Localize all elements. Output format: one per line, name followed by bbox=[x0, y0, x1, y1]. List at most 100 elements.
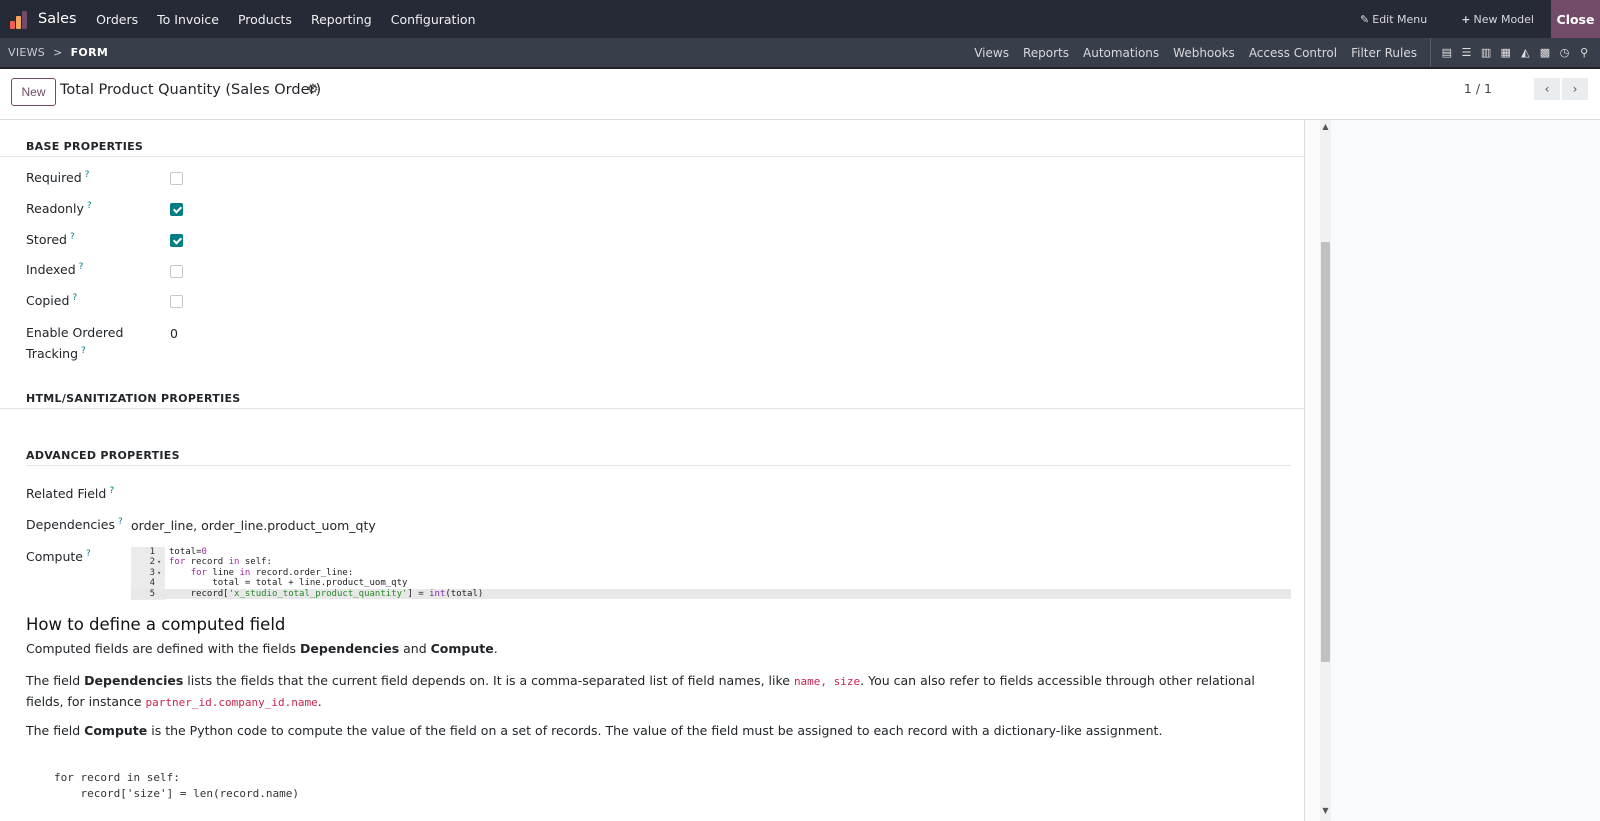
nav-filter-rules[interactable]: Filter Rules bbox=[1344, 46, 1424, 60]
breadcrumb-views[interactable]: VIEWS bbox=[8, 46, 45, 59]
copied-checkbox[interactable] bbox=[170, 295, 183, 308]
menu-products[interactable]: Products bbox=[228, 12, 301, 27]
divider bbox=[26, 465, 1291, 466]
help-icon[interactable]: ? bbox=[70, 232, 75, 242]
code-text: total = total + line.product_uom_qty bbox=[169, 578, 408, 589]
field-stored-label: Stored? bbox=[26, 232, 75, 247]
kanban-view-icon[interactable]: ▥ bbox=[1479, 46, 1493, 59]
text: Dependencies bbox=[300, 641, 400, 656]
scroll-down-icon[interactable]: ▼ bbox=[1320, 806, 1331, 815]
search-view-icon[interactable]: ⚲ bbox=[1577, 46, 1591, 59]
help-icon[interactable]: ? bbox=[87, 201, 92, 211]
pencil-icon: ✎ bbox=[1360, 12, 1370, 26]
divider bbox=[0, 408, 1304, 409]
new-model-button[interactable]: + New Model bbox=[1444, 13, 1551, 26]
text: Dependencies bbox=[84, 673, 184, 688]
form-sheet: BASE PROPERTIES Required? Readonly? Stor… bbox=[0, 120, 1305, 821]
menu-configuration[interactable]: Configuration bbox=[381, 12, 485, 27]
gear-icon[interactable]: ⚙ bbox=[307, 82, 319, 97]
help-icon[interactable]: ? bbox=[81, 346, 86, 356]
line-number: 5 bbox=[149, 588, 155, 599]
field-readonly-label: Readonly? bbox=[26, 201, 92, 216]
help-paragraph-3: The field Compute is the Python code to … bbox=[26, 721, 1276, 741]
help-icon[interactable]: ? bbox=[72, 293, 77, 303]
line-number: 2 bbox=[149, 557, 155, 568]
new-model-label: New Model bbox=[1473, 12, 1534, 26]
text: Computed fields are defined with the fie… bbox=[26, 641, 301, 656]
field-copied-label: Copied? bbox=[26, 293, 77, 308]
close-studio-button[interactable]: Close bbox=[1551, 0, 1600, 38]
help-icon[interactable]: ? bbox=[118, 517, 123, 527]
studio-subbar: VIEWS > FORM Views Reports Automations W… bbox=[0, 38, 1600, 69]
activity-view-icon[interactable]: ◷ bbox=[1558, 46, 1572, 59]
stored-label-text: Stored bbox=[26, 232, 67, 248]
code-text: for line in record.order_line: bbox=[190, 567, 354, 578]
help-icon[interactable]: ? bbox=[79, 262, 84, 272]
nav-automations[interactable]: Automations bbox=[1076, 46, 1166, 60]
code-line[interactable]: 1 total=0 bbox=[131, 547, 1291, 557]
nav-reports[interactable]: Reports bbox=[1016, 46, 1076, 60]
view-switcher: ▤ ☰ ▥ ▦ ◭ ▩ ◷ ⚲ bbox=[1430, 38, 1600, 67]
menu-to-invoice[interactable]: To Invoice bbox=[148, 12, 229, 27]
code-text: total=0 bbox=[169, 547, 207, 557]
list-view-icon[interactable]: ☰ bbox=[1459, 46, 1473, 59]
sales-app-icon[interactable] bbox=[10, 9, 30, 29]
help-heading: How to define a computed field bbox=[26, 615, 286, 634]
pager-value[interactable]: 1 / 1 bbox=[1464, 81, 1492, 96]
tracking-label-line-2: Tracking bbox=[26, 346, 79, 362]
nav-webhooks[interactable]: Webhooks bbox=[1166, 46, 1242, 60]
code-line[interactable]: 5 record['x_studio_total_product_quantit… bbox=[131, 588, 1291, 599]
help-icon[interactable]: ? bbox=[109, 486, 114, 496]
text: . bbox=[317, 693, 322, 709]
menu-reporting[interactable]: Reporting bbox=[301, 12, 381, 27]
breadcrumb: VIEWS > FORM bbox=[8, 46, 108, 59]
studio-actions: ✎ Edit Menu + New Model Close bbox=[1343, 0, 1600, 38]
edit-menu-button[interactable]: ✎ Edit Menu bbox=[1343, 13, 1444, 26]
field-dependencies-label: Dependencies? bbox=[26, 517, 123, 532]
pager-previous-button[interactable]: ‹ bbox=[1534, 78, 1560, 100]
new-button[interactable]: New bbox=[11, 78, 56, 106]
graph-view-icon[interactable]: ◭ bbox=[1518, 46, 1532, 59]
pager-next-button[interactable]: › bbox=[1562, 78, 1588, 100]
nav-access-control[interactable]: Access Control bbox=[1242, 46, 1344, 60]
fold-icon[interactable]: ▾ bbox=[157, 568, 161, 578]
compute-label-text: Compute bbox=[26, 549, 84, 565]
required-checkbox[interactable] bbox=[170, 172, 183, 185]
edit-menu-label: Edit Menu bbox=[1372, 12, 1428, 26]
help-icon[interactable]: ? bbox=[86, 549, 91, 559]
code-text: for record in self: bbox=[169, 557, 272, 568]
field-indexed-label: Indexed? bbox=[26, 262, 83, 277]
dependencies-value[interactable]: order_line, order_line.product_uom_qty bbox=[131, 518, 376, 533]
form-view-icon[interactable]: ▤ bbox=[1440, 46, 1454, 59]
field-tracking-label: Enable Ordered Tracking? bbox=[26, 324, 123, 363]
app-name[interactable]: Sales bbox=[38, 11, 77, 27]
nav-views[interactable]: Views bbox=[967, 46, 1016, 60]
help-icon[interactable]: ? bbox=[85, 170, 90, 180]
form-scrollbar[interactable]: ▲ ▼ bbox=[1320, 120, 1331, 821]
breadcrumb-separator: > bbox=[53, 46, 63, 59]
code-line[interactable]: 2 ▾ for record in self: bbox=[131, 557, 1291, 567]
field-compute-label: Compute? bbox=[26, 549, 91, 564]
readonly-checkbox[interactable] bbox=[170, 203, 183, 216]
line-number: 1 bbox=[149, 547, 155, 557]
top-menu: Orders To Invoice Products Reporting Con… bbox=[87, 12, 485, 27]
code-line[interactable]: 3 ▾ for line in record.order_line: bbox=[131, 568, 1291, 578]
compute-code-editor[interactable]: 1 total=0 2 ▾ for record in self: 3 ▾ fo… bbox=[131, 547, 1291, 600]
indexed-checkbox[interactable] bbox=[170, 265, 183, 278]
menu-orders[interactable]: Orders bbox=[87, 12, 148, 27]
text: The field bbox=[26, 673, 85, 688]
code-line[interactable]: 4 total = total + line.product_uom_qty bbox=[131, 578, 1291, 588]
code-snippet: name, size bbox=[793, 675, 861, 688]
fold-icon[interactable]: ▾ bbox=[157, 557, 161, 567]
text: Compute bbox=[430, 641, 494, 656]
calendar-view-icon[interactable]: ▦ bbox=[1499, 46, 1513, 59]
stored-checkbox[interactable] bbox=[170, 234, 183, 247]
text: . bbox=[493, 641, 498, 656]
scrollbar-thumb[interactable] bbox=[1321, 242, 1330, 662]
pivot-view-icon[interactable]: ▩ bbox=[1538, 46, 1552, 59]
code-text: for record in self: bbox=[54, 771, 180, 784]
related-label-text: Related Field bbox=[26, 486, 107, 502]
tracking-value[interactable]: 0 bbox=[170, 326, 178, 341]
tracking-label-line-1: Enable Ordered bbox=[26, 325, 124, 340]
scroll-up-icon[interactable]: ▲ bbox=[1320, 122, 1331, 131]
